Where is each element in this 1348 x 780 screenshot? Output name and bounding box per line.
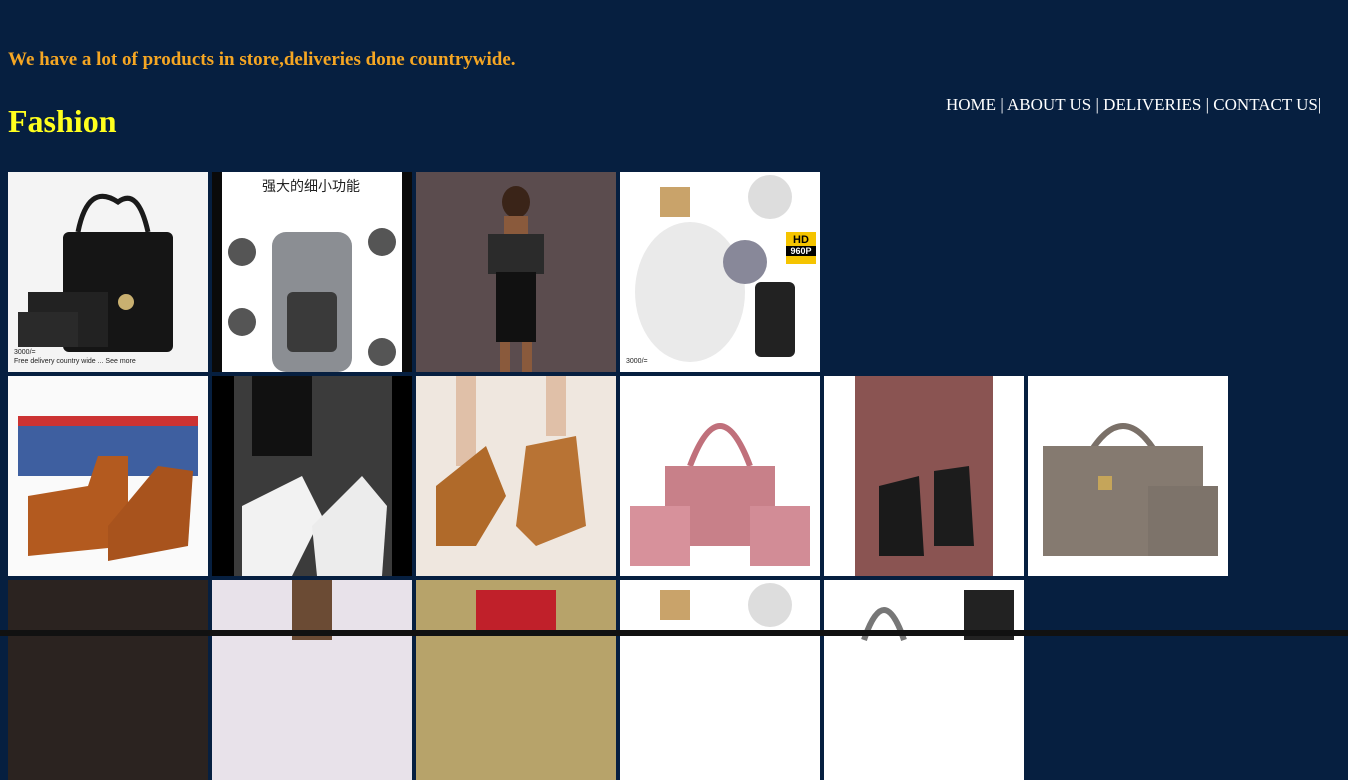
product-caption: 3000/= <box>626 358 648 365</box>
product-image-tan-heel-boots[interactable] <box>416 376 616 576</box>
product-image-white-sneakers[interactable] <box>212 376 412 576</box>
product-image-bulb-camera[interactable] <box>620 580 820 780</box>
product-image-mesh-boots[interactable] <box>212 580 412 780</box>
product-image-backpack[interactable]: 强大的细小功能 <box>212 172 412 372</box>
product-image-grey-handbag-set[interactable] <box>1028 376 1228 576</box>
nav-deliveries-link[interactable]: DELIVERIES <box>1103 95 1201 114</box>
product-image-pink-handbag-set[interactable] <box>620 376 820 576</box>
product-image-red-heels[interactable] <box>416 580 616 780</box>
bottom-edge <box>0 630 1348 636</box>
product-image-black-handbag-set[interactable]: 3000/= Free delivery country wide ... Se… <box>8 172 208 372</box>
product-image-black-dress[interactable] <box>416 172 616 372</box>
product-image-black-ankle-boots[interactable] <box>824 376 1024 576</box>
nav-contact-link[interactable]: CONTACT US <box>1213 95 1318 114</box>
product-image-brown-brogue-boots[interactable] <box>8 376 208 576</box>
nav-about-link[interactable]: ABOUT US <box>1007 95 1091 114</box>
product-caption: 3000/= Free delivery country wide ... Se… <box>14 349 136 365</box>
hd-badge: HD 960P <box>786 234 816 256</box>
product-image-bulb-camera[interactable]: HD 960P 3000/= <box>620 172 820 372</box>
main-nav: HOME | ABOUT US | DELIVERIES | CONTACT U… <box>946 95 1321 115</box>
brand-title: Fashion <box>8 103 117 139</box>
product-image-black-boots[interactable] <box>8 580 208 780</box>
nav-separator: | <box>1317 95 1322 114</box>
tagline: We have a lot of products in store,deliv… <box>8 49 516 70</box>
product-image-grey-black-handbags[interactable] <box>824 580 1024 780</box>
product-heading: 强大的细小功能 <box>262 179 360 195</box>
nav-home-link[interactable]: HOME <box>946 95 996 114</box>
